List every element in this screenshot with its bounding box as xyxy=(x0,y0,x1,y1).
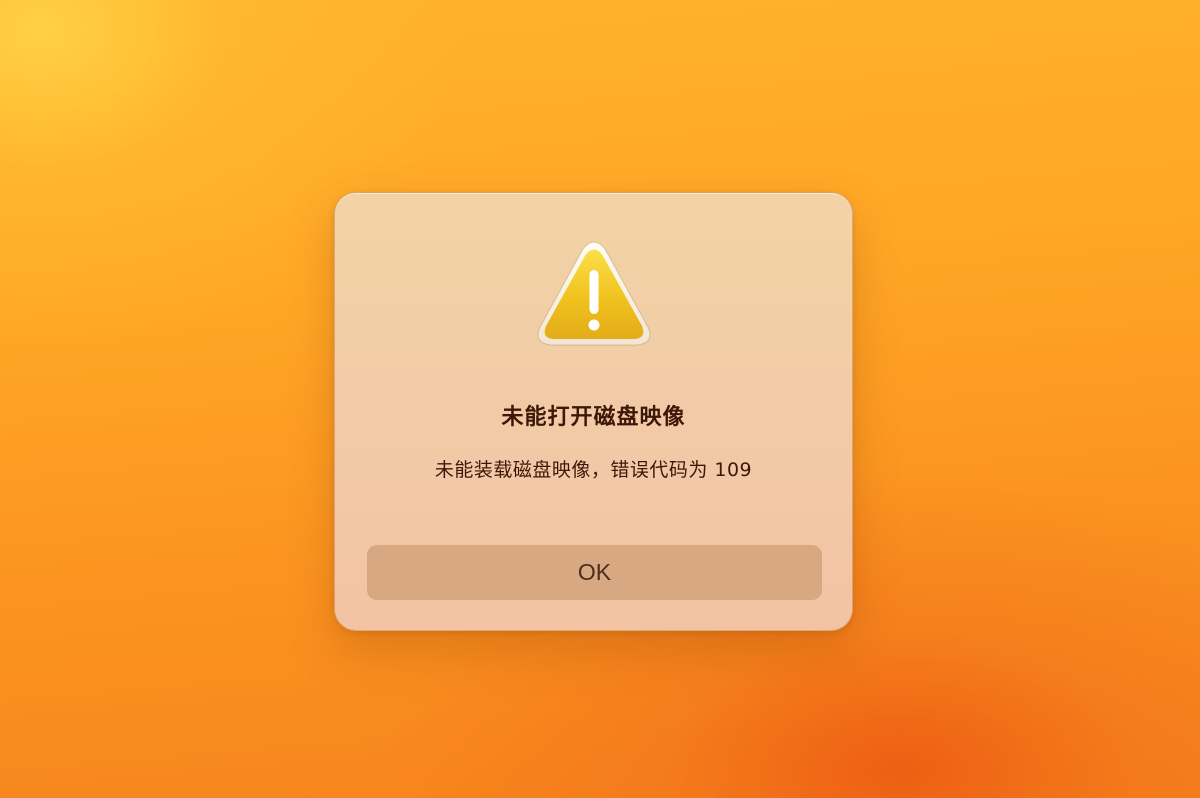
alert-title: 未能打开磁盘映像 xyxy=(501,405,686,430)
ok-button[interactable]: OK xyxy=(367,545,822,600)
desktop-wallpaper: 未能打开磁盘映像 未能装载磁盘映像，错误代码为 109 OK xyxy=(0,0,1200,798)
ok-button-label: OK xyxy=(577,559,612,585)
alert-message: 未能装载磁盘映像，错误代码为 109 xyxy=(434,459,753,481)
warning-icon xyxy=(534,239,654,351)
alert-dialog: 未能打开磁盘映像 未能装载磁盘映像，错误代码为 109 OK xyxy=(334,192,853,631)
